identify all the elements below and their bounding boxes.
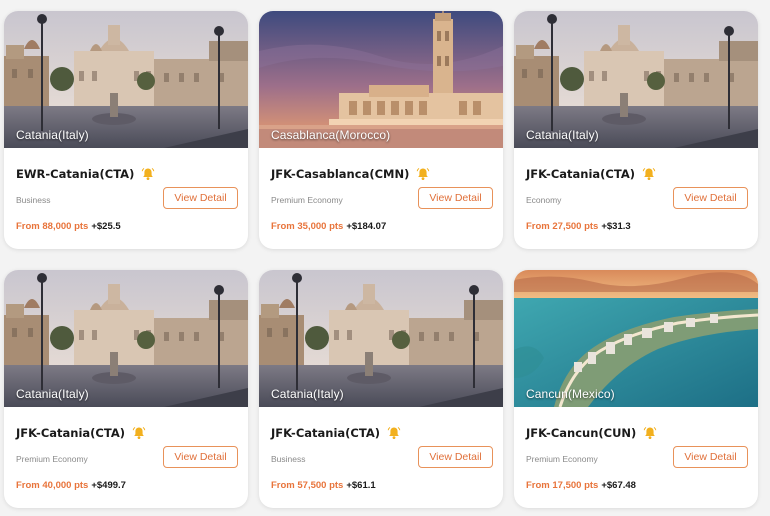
destination-city-label: Catania(Italy) bbox=[271, 387, 344, 401]
destination-city-label: Casablanca(Morocco) bbox=[271, 128, 391, 142]
destination-city-label: Catania(Italy) bbox=[526, 128, 599, 142]
points-price: From 17,500 pts bbox=[526, 480, 599, 491]
route-title: JFK-Cancun(CUN) bbox=[526, 426, 637, 440]
destination-photo: Catania(Italy) bbox=[514, 11, 758, 148]
cabin-class: Business bbox=[271, 454, 306, 464]
flight-offer-card-5[interactable]: Catania(Italy) JFK-Catania(CTA) Business… bbox=[259, 270, 503, 508]
view-detail-button[interactable]: View Detail bbox=[673, 446, 748, 468]
destination-city-label: Catania(Italy) bbox=[16, 128, 89, 142]
cabin-class: Business bbox=[16, 195, 51, 205]
destination-photo: Cancun(Mexico) bbox=[514, 270, 758, 407]
bell-icon[interactable] bbox=[642, 167, 656, 181]
route-title: JFK-Casablanca(CMN) bbox=[271, 167, 410, 181]
price-row: From 40,000 pts +$499.7 bbox=[16, 480, 126, 491]
flight-offer-card-1[interactable]: Catania(Italy) EWR-Catania(CTA) Business… bbox=[4, 11, 248, 249]
price-row: From 35,000 pts +$184.07 bbox=[271, 221, 386, 232]
route-title: JFK-Catania(CTA) bbox=[526, 167, 635, 181]
price-row: From 17,500 pts +$67.48 bbox=[526, 480, 636, 491]
destination-city-label: Catania(Italy) bbox=[16, 387, 89, 401]
points-price: From 27,500 pts bbox=[526, 221, 599, 232]
flight-offer-card-6[interactable]: Cancun(Mexico) JFK-Cancun(CUN) Premium E… bbox=[514, 270, 758, 508]
flight-offer-card-2[interactable]: Casablanca(Morocco) JFK-Casablanca(CMN) … bbox=[259, 11, 503, 249]
cash-fee: +$184.07 bbox=[346, 221, 387, 232]
cash-fee: +$25.5 bbox=[91, 221, 121, 232]
route-title: JFK-Catania(CTA) bbox=[271, 426, 380, 440]
destination-photo: Casablanca(Morocco) bbox=[259, 11, 503, 148]
price-row: From 88,000 pts +$25.5 bbox=[16, 221, 121, 232]
bell-icon[interactable] bbox=[387, 426, 401, 440]
cash-fee: +$61.1 bbox=[346, 480, 376, 491]
cabin-class: Premium Economy bbox=[16, 454, 88, 464]
points-price: From 35,000 pts bbox=[271, 221, 344, 232]
cash-fee: +$67.48 bbox=[601, 480, 636, 491]
destination-photo: Catania(Italy) bbox=[259, 270, 503, 407]
bell-icon[interactable] bbox=[643, 426, 657, 440]
points-price: From 40,000 pts bbox=[16, 480, 89, 491]
bell-icon[interactable] bbox=[141, 167, 155, 181]
price-row: From 27,500 pts +$31.3 bbox=[526, 221, 631, 232]
cash-fee: +$31.3 bbox=[601, 221, 631, 232]
points-price: From 88,000 pts bbox=[16, 221, 89, 232]
view-detail-button[interactable]: View Detail bbox=[673, 187, 748, 209]
cabin-class: Premium Economy bbox=[271, 195, 343, 205]
price-row: From 57,500 pts +$61.1 bbox=[271, 480, 376, 491]
view-detail-button[interactable]: View Detail bbox=[418, 187, 493, 209]
view-detail-button[interactable]: View Detail bbox=[163, 446, 238, 468]
route-title: EWR-Catania(CTA) bbox=[16, 167, 135, 181]
cash-fee: +$499.7 bbox=[91, 480, 126, 491]
destination-photo: Catania(Italy) bbox=[4, 270, 248, 407]
destination-city-label: Cancun(Mexico) bbox=[526, 387, 615, 401]
flight-offer-card-3[interactable]: Catania(Italy) JFK-Catania(CTA) Economy … bbox=[514, 11, 758, 249]
flight-offer-card-4[interactable]: Catania(Italy) JFK-Catania(CTA) Premium … bbox=[4, 270, 248, 508]
points-price: From 57,500 pts bbox=[271, 480, 344, 491]
offer-grid: Catania(Italy) EWR-Catania(CTA) Business… bbox=[4, 11, 762, 508]
bell-icon[interactable] bbox=[416, 167, 430, 181]
route-title: JFK-Catania(CTA) bbox=[16, 426, 125, 440]
cabin-class: Economy bbox=[526, 195, 562, 205]
view-detail-button[interactable]: View Detail bbox=[418, 446, 493, 468]
bell-icon[interactable] bbox=[132, 426, 146, 440]
cabin-class: Premium Economy bbox=[526, 454, 598, 464]
view-detail-button[interactable]: View Detail bbox=[163, 187, 238, 209]
destination-photo: Catania(Italy) bbox=[4, 11, 248, 148]
